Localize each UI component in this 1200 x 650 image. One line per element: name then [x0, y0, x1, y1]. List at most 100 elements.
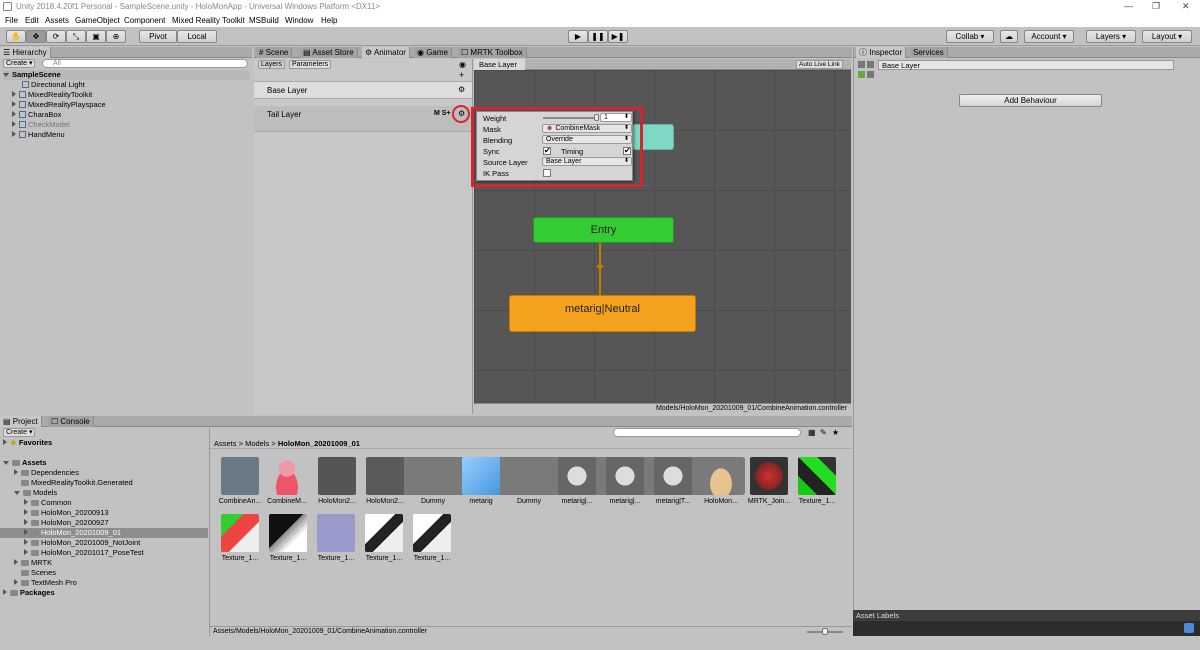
asset-item[interactable]: Dummy	[505, 457, 553, 505]
add-layer-icon[interactable]: +	[459, 70, 464, 80]
expand-icon[interactable]	[12, 101, 16, 107]
tree-item[interactable]: Common	[24, 498, 71, 508]
asset-item[interactable]: Texture_1...	[408, 514, 456, 562]
hierarchy-item[interactable]: CheckModel	[12, 120, 70, 130]
breadcrumb-item[interactable]: HoloMon_20201009_01	[278, 439, 360, 448]
asset-item[interactable]: metarig|...	[601, 457, 649, 505]
expand-icon[interactable]	[12, 111, 16, 117]
layer-settings-icon[interactable]: ⚙	[458, 85, 465, 94]
auto-live-link-button[interactable]: Auto Live Link	[796, 60, 843, 69]
menu-file[interactable]: File	[5, 16, 18, 25]
transform-tool-icon[interactable]: ⊕	[106, 30, 126, 43]
menu-window[interactable]: Window	[285, 16, 313, 25]
hierarchy-item[interactable]: MixedRealityPlayspace	[12, 100, 106, 110]
breadcrumb-item[interactable]: Models	[245, 439, 269, 448]
tab-asset-store[interactable]: ▤ Asset Store	[300, 47, 358, 58]
hierarchy-item[interactable]: HandMenu	[12, 130, 65, 140]
layers-button[interactable]: Layers ▾	[1086, 30, 1136, 43]
tab-console[interactable]: ☐ Console	[48, 416, 94, 427]
asset-item[interactable]: HoloMon2...	[313, 457, 361, 505]
label-tag-icon[interactable]	[1184, 623, 1194, 633]
hierarchy-item[interactable]: CharaBox	[12, 110, 61, 120]
asset-item[interactable]: Texture_1...	[216, 514, 264, 562]
breadcrumb-base-layer[interactable]: Base Layer	[474, 59, 525, 70]
entry-node[interactable]: Entry	[533, 217, 674, 243]
asset-item[interactable]: Texture_1...	[264, 514, 312, 562]
filter-label-icon[interactable]: ✎	[820, 428, 827, 437]
add-behaviour-button[interactable]: Add Behaviour	[959, 94, 1102, 107]
tree-item[interactable]: HoloMon_20201017_PoseTest	[24, 548, 144, 558]
hierarchy-search-input[interactable]: All	[42, 59, 248, 68]
account-button[interactable]: Account ▾	[1024, 30, 1074, 43]
tree-item[interactable]: MRTK	[14, 558, 52, 568]
play-icon[interactable]: ▶	[568, 30, 588, 43]
tab-services[interactable]: Services	[910, 47, 948, 58]
project-create-button[interactable]: Create ▾	[3, 428, 36, 437]
asset-item[interactable]: metarig	[457, 457, 505, 505]
close-icon[interactable]: ✕	[1182, 1, 1190, 12]
menu-component[interactable]: Component	[124, 16, 165, 25]
tab-project[interactable]: ▤ Project	[0, 416, 42, 427]
expand-icon[interactable]	[3, 589, 7, 595]
tab-mrtk-toolbox[interactable]: ☐ MRTK Toolbox	[458, 47, 527, 58]
menu-msbuild[interactable]: MSBuild	[249, 16, 279, 25]
collab-button[interactable]: Collab ▾	[946, 30, 994, 43]
asset-item[interactable]: CombineM...	[263, 457, 311, 505]
expand-icon[interactable]	[24, 499, 28, 505]
local-button[interactable]: Local	[177, 30, 217, 43]
asset-item[interactable]: Texture_1...	[793, 457, 841, 505]
asset-item[interactable]: MRTK_Join...	[745, 457, 793, 505]
tab-game[interactable]: ◉ Game	[414, 47, 452, 58]
hierarchy-item[interactable]: MixedRealityToolkit	[12, 90, 92, 100]
asset-item[interactable]: CombineAn...	[216, 457, 264, 505]
menu-edit[interactable]: Edit	[25, 16, 39, 25]
scene-row[interactable]: SampleScene	[3, 70, 249, 80]
breadcrumb-item[interactable]: Assets	[214, 439, 237, 448]
layer-row-tail[interactable]: Tail Layer M S+ ⚙	[254, 105, 472, 132]
expand-icon[interactable]	[14, 579, 18, 585]
subtab-parameters[interactable]: Parameters	[289, 60, 332, 69]
tree-item[interactable]: Scenes	[21, 568, 56, 578]
asset-item[interactable]: Dummy	[409, 457, 457, 505]
layout-button[interactable]: Layout ▾	[1142, 30, 1192, 43]
menu-mrtk[interactable]: Mixed Reality Toolkit	[172, 16, 245, 25]
expand-icon[interactable]	[24, 519, 28, 525]
cloud-icon[interactable]: ☁	[1000, 30, 1018, 43]
expand-icon[interactable]	[14, 491, 20, 495]
scale-tool-icon[interactable]: ⤡	[66, 30, 86, 43]
default-state-node[interactable]: metarig|Neutral	[509, 295, 696, 332]
expand-icon[interactable]	[24, 529, 28, 535]
tree-item[interactable]: HoloMon_20201009_NotJoint	[24, 538, 140, 548]
rotate-tool-icon[interactable]: ⟳	[46, 30, 66, 43]
expand-icon[interactable]	[12, 121, 16, 127]
packages-row[interactable]: Packages	[3, 588, 55, 598]
expand-icon[interactable]	[14, 469, 18, 475]
rect-tool-icon[interactable]: ▣	[86, 30, 106, 43]
expand-icon[interactable]	[3, 73, 9, 77]
asset-item[interactable]: Texture_1...	[360, 514, 408, 562]
menu-help[interactable]: Help	[321, 16, 337, 25]
hierarchy-item[interactable]: Directional Light	[22, 80, 85, 90]
tree-item[interactable]: TextMesh Pro	[14, 578, 77, 588]
tab-hierarchy[interactable]: ☰ Hierarchy	[0, 47, 51, 58]
hierarchy-create-button[interactable]: Create ▾	[3, 59, 36, 68]
tree-item[interactable]: HoloMon_20200927	[24, 518, 109, 528]
expand-icon[interactable]	[12, 131, 16, 137]
menu-assets[interactable]: Assets	[45, 16, 69, 25]
pause-icon[interactable]: ❚❚	[588, 30, 608, 43]
menu-gameobject[interactable]: GameObject	[75, 16, 120, 25]
assets-row[interactable]: Assets	[3, 458, 47, 468]
tab-scene[interactable]: # Scene	[256, 47, 293, 58]
pivot-button[interactable]: Pivot	[139, 30, 177, 43]
tree-item[interactable]: HoloMon_20200913	[24, 508, 109, 518]
thumbnail-size-thumb[interactable]	[822, 628, 828, 635]
tab-inspector[interactable]: ⓘ Inspector	[856, 47, 907, 58]
minimize-icon[interactable]: —	[1124, 1, 1133, 11]
asset-item[interactable]: metarig|T...	[649, 457, 697, 505]
tab-animator[interactable]: ⚙ Animator	[362, 47, 410, 58]
expand-icon[interactable]	[14, 559, 18, 565]
project-search-input[interactable]	[613, 428, 801, 437]
favorite-filter-icon[interactable]: ★	[832, 428, 839, 437]
asset-item[interactable]: Texture_1...	[312, 514, 360, 562]
subtab-layers[interactable]: Layers	[258, 60, 286, 69]
